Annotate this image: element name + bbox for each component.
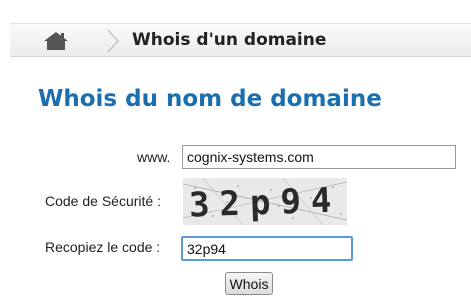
copy-code-label: Recopiez le code : xyxy=(45,239,161,255)
home-icon[interactable] xyxy=(44,32,68,50)
breadcrumb-current: Whois d'un domaine xyxy=(132,30,327,50)
page-title: Whois du nom de domaine xyxy=(38,86,382,112)
captcha-text: 32p94 xyxy=(188,180,342,225)
captcha-code-input[interactable] xyxy=(181,236,353,261)
chevron-right-icon xyxy=(107,29,120,53)
domain-prefix-label: www. xyxy=(137,149,171,165)
domain-input[interactable] xyxy=(182,145,456,169)
security-code-label: Code de Sécurité : xyxy=(45,193,161,209)
captcha-image: 32p94 xyxy=(183,178,347,225)
breadcrumb: Whois d'un domaine xyxy=(10,23,471,57)
whois-button[interactable]: Whois xyxy=(225,272,273,295)
